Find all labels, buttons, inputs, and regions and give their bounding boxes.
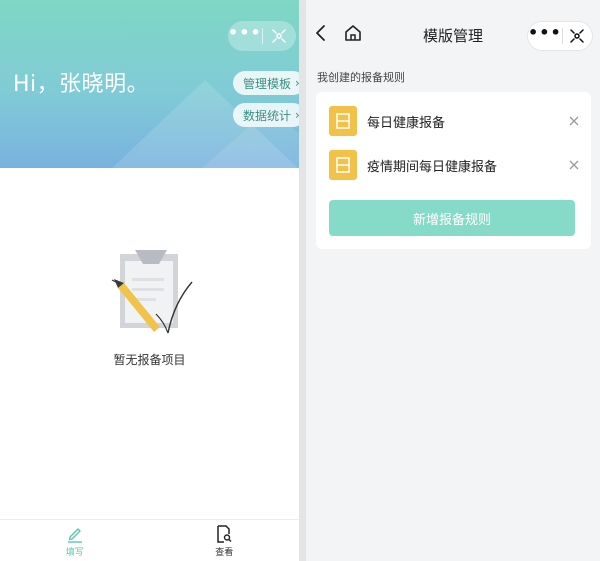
- data-statistics-label: 数据统计: [243, 108, 292, 123]
- chevron-right-icon: ›: [295, 108, 299, 122]
- rule-item[interactable]: 疫情期间每日健康报备: [329, 149, 581, 181]
- right-panel: 模版管理 我创建的报备规则 每日健康报备 疫情期间每日健康报备 新增报备规则: [306, 0, 600, 561]
- rule-item[interactable]: 每日健康报备: [329, 105, 581, 137]
- empty-clipboard-illustration: [111, 250, 193, 334]
- data-statistics-button[interactable]: 数据统计 ›: [233, 103, 299, 127]
- calendar-icon: [329, 150, 357, 180]
- delete-rule-button[interactable]: [567, 158, 581, 172]
- tab-fill-label: 填写: [65, 547, 84, 558]
- tab-view-label: 查看: [215, 547, 234, 558]
- close-miniprogram-button[interactable]: [263, 21, 296, 51]
- close-target-icon: [570, 29, 585, 43]
- pencil-icon: [67, 527, 82, 543]
- delete-rule-button[interactable]: [567, 114, 581, 128]
- manage-template-label: 管理模板: [243, 76, 292, 91]
- rule-title: 每日健康报备: [367, 115, 446, 131]
- left-panel: Hi，张晓明。 ••• 管理模板 › 数据统计 › 暂无报备项目: [0, 0, 299, 561]
- add-rule-button[interactable]: 新增报备规则: [329, 200, 575, 236]
- close-icon: [569, 160, 579, 170]
- more-button[interactable]: •••: [228, 21, 262, 51]
- more-button[interactable]: •••: [528, 22, 562, 50]
- rules-card: 每日健康报备 疫情期间每日健康报备 新增报备规则: [316, 92, 591, 249]
- more-dots-icon: •••: [528, 23, 562, 42]
- section-heading: 我创建的报备规则: [317, 71, 405, 84]
- empty-state-text: 暂无报备项目: [113, 353, 186, 367]
- manage-template-button[interactable]: 管理模板 ›: [233, 71, 299, 95]
- bottom-tab-bar: 填写 查看: [0, 519, 299, 561]
- tab-view[interactable]: 查看: [150, 520, 300, 561]
- miniprogram-capsule: •••: [527, 21, 593, 51]
- chevron-right-icon: ›: [295, 76, 299, 90]
- miniprogram-capsule: •••: [228, 21, 296, 51]
- close-miniprogram-button[interactable]: [563, 22, 592, 50]
- calendar-icon: [329, 106, 357, 136]
- document-search-icon: [217, 524, 232, 543]
- tab-fill[interactable]: 填写: [0, 520, 150, 561]
- more-dots-icon: •••: [228, 23, 262, 42]
- close-icon: [569, 116, 579, 126]
- rule-title: 疫情期间每日健康报备: [367, 159, 498, 175]
- close-target-icon: [272, 29, 287, 43]
- greeting-text: Hi，张晓明。: [13, 72, 150, 97]
